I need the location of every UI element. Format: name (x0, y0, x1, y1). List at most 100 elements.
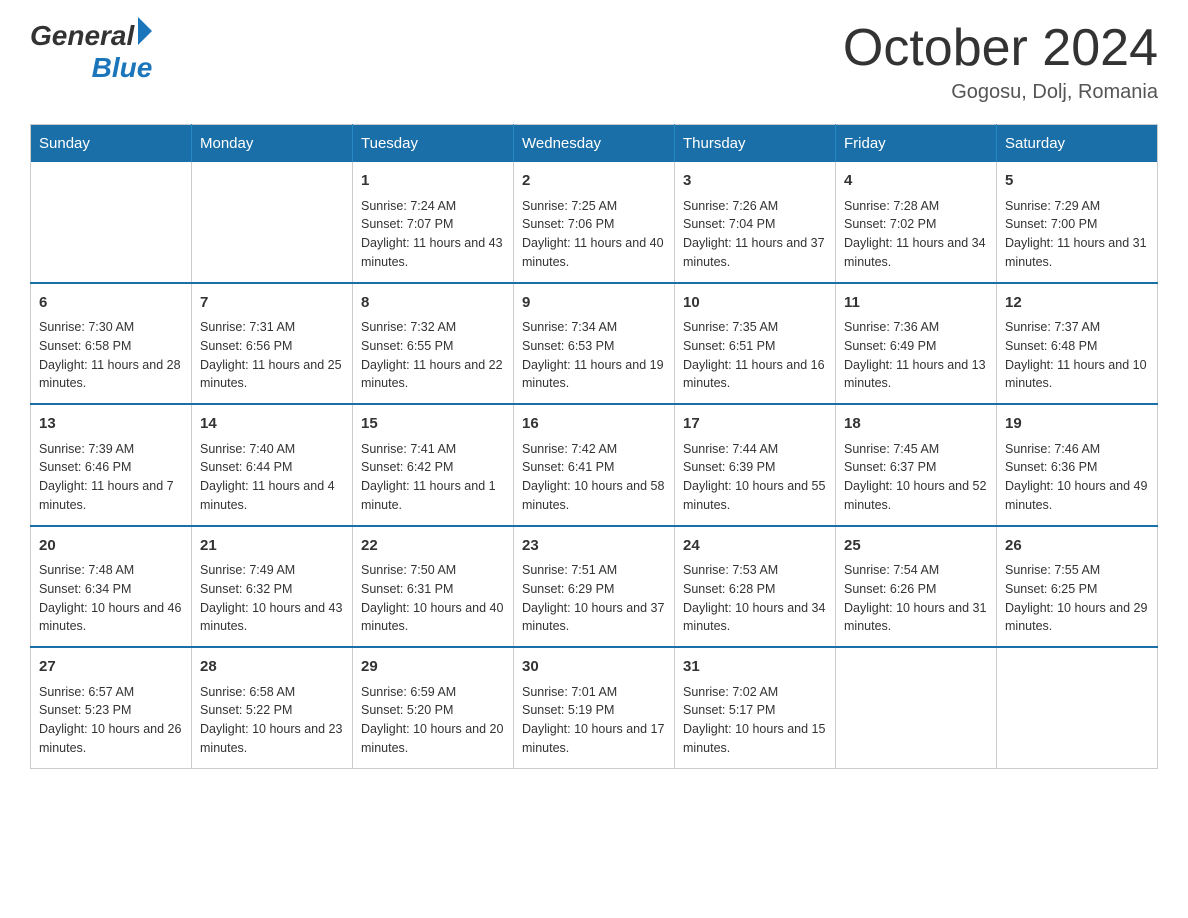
sunset-text: Sunset: 6:34 PM (39, 582, 131, 596)
daylight-text: Daylight: 11 hours and 37 minutes. (683, 236, 825, 269)
day-number: 7 (200, 292, 344, 315)
daylight-text: Daylight: 10 hours and 26 minutes. (39, 722, 181, 755)
day-number: 15 (361, 413, 505, 436)
day-number: 26 (1005, 535, 1149, 558)
day-number: 8 (361, 292, 505, 315)
sunset-text: Sunset: 6:36 PM (1005, 460, 1097, 474)
calendar-day-cell: 3 Sunrise: 7:26 AM Sunset: 7:04 PM Daylight… (675, 162, 836, 283)
day-number: 24 (683, 535, 827, 558)
daylight-text: Daylight: 10 hours and 17 minutes. (522, 722, 664, 755)
daylight-text: Daylight: 11 hours and 4 minutes. (200, 479, 335, 512)
sunrise-text: Sunrise: 7:53 AM (683, 563, 778, 577)
sunrise-text: Sunrise: 7:46 AM (1005, 442, 1100, 456)
sunset-text: Sunset: 6:26 PM (844, 582, 936, 596)
sunset-text: Sunset: 6:42 PM (361, 460, 453, 474)
title-section: October 2024 Gogosu, Dolj, Romania (843, 20, 1158, 104)
calendar-day-header: Thursday (675, 125, 836, 163)
sunrise-text: Sunrise: 7:49 AM (200, 563, 295, 577)
calendar-day-header: Wednesday (514, 125, 675, 163)
sunrise-text: Sunrise: 7:35 AM (683, 320, 778, 334)
calendar-day-cell: 20Sunrise: 7:48 AMSunset: 6:34 PMDayligh… (31, 526, 192, 648)
daylight-text: Daylight: 11 hours and 19 minutes. (522, 358, 664, 391)
day-number: 19 (1005, 413, 1149, 436)
daylight-text: Daylight: 10 hours and 29 minutes. (1005, 601, 1147, 634)
calendar-day-cell: 2Sunrise: 7:25 AMSunset: 7:06 PMDaylight… (514, 162, 675, 283)
daylight-text: Daylight: 11 hours and 22 minutes. (361, 358, 503, 391)
daylight-text: Daylight: 10 hours and 40 minutes. (361, 601, 503, 634)
sunrise-text: Sunrise: 6:59 AM (361, 685, 456, 699)
sunset-text: Sunset: 6:53 PM (522, 339, 614, 353)
sunset-text: Sunset: 5:20 PM (361, 703, 453, 717)
sunset-text: Sunset: 6:41 PM (522, 460, 614, 474)
daylight-text: Daylight: 11 hours and 28 minutes. (39, 358, 181, 391)
daylight-text: Daylight: 11 hours and 1 minute. (361, 479, 496, 512)
sunrise-text: Sunrise: 7:01 AM (522, 685, 617, 699)
day-number: 18 (844, 413, 988, 436)
sunrise-text: Sunrise: 7:40 AM (200, 442, 295, 456)
calendar-day-cell: 31Sunrise: 7:02 AMSunset: 5:17 PMDayligh… (675, 647, 836, 768)
day-number: 10 (683, 292, 827, 315)
sunrise-text: Sunrise: 7:44 AM (683, 442, 778, 456)
calendar-day-header: Saturday (997, 125, 1158, 163)
sunset-text: Sunset: 6:58 PM (39, 339, 131, 353)
sunset-text: Sunset: 7:04 PM (683, 217, 775, 231)
calendar-day-cell: 6 Sunrise: 7:30 AM Sunset: 6:58 PM Daylight… (31, 283, 192, 405)
day-number: 25 (844, 535, 988, 558)
daylight-text: Daylight: 11 hours and 13 minutes. (844, 358, 986, 391)
calendar-week-row: 1Sunrise: 7:24 AMSunset: 7:07 PMDaylight… (31, 162, 1158, 283)
calendar-day-cell: 28 Sunrise: 6:58 AM Sunset: 5:22 PM Dayligh… (192, 647, 353, 768)
daylight-text: Daylight: 11 hours and 40 minutes. (522, 236, 664, 269)
sunset-text: Sunset: 6:37 PM (844, 460, 936, 474)
sunrise-text: Sunrise: 7:37 AM (1005, 320, 1100, 334)
sunset-text: Sunset: 7:02 PM (844, 217, 936, 231)
sunset-text: Sunset: 5:17 PM (683, 703, 775, 717)
day-number: 16 (522, 413, 666, 436)
sunrise-text: Sunrise: 6:58 AM (200, 685, 295, 699)
sunrise-text: Sunrise: 7:54 AM (844, 563, 939, 577)
calendar-day-cell: 21Sunrise: 7:49 AMSunset: 6:32 PMDayligh… (192, 526, 353, 648)
calendar-day-cell: 17Sunrise: 7:44 AMSunset: 6:39 PMDayligh… (675, 404, 836, 526)
calendar-day-cell: 14Sunrise: 7:40 AMSunset: 6:44 PMDayligh… (192, 404, 353, 526)
sunset-text: Sunset: 6:25 PM (1005, 582, 1097, 596)
sunset-text: Sunset: 5:19 PM (522, 703, 614, 717)
sunset-text: Sunset: 5:22 PM (200, 703, 292, 717)
day-number: 20 (39, 535, 183, 558)
calendar-day-cell (192, 162, 353, 283)
sunrise-text: Sunrise: 7:30 AM (39, 320, 134, 334)
logo-blue-text: Blue (92, 52, 153, 84)
sunset-text: Sunset: 6:48 PM (1005, 339, 1097, 353)
calendar-day-cell: 4Sunrise: 7:28 AMSunset: 7:02 PMDaylight… (836, 162, 997, 283)
sunrise-text: Sunrise: 7:36 AM (844, 320, 939, 334)
location-text: Gogosu, Dolj, Romania (843, 81, 1158, 104)
calendar-day-header: Sunday (31, 125, 192, 163)
calendar-day-cell (997, 647, 1158, 768)
day-number: 1 (361, 170, 505, 193)
calendar-day-cell: 18Sunrise: 7:45 AMSunset: 6:37 PMDayligh… (836, 404, 997, 526)
sunset-text: Sunset: 5:23 PM (39, 703, 131, 717)
day-number: 23 (522, 535, 666, 558)
day-number: 22 (361, 535, 505, 558)
day-number: 29 (361, 656, 505, 679)
sunrise-text: Sunrise: 7:26 AM (683, 199, 778, 213)
calendar-day-cell: 12Sunrise: 7:37 AMSunset: 6:48 PMDayligh… (997, 283, 1158, 405)
day-number: 3 (683, 170, 827, 193)
calendar-day-cell: 29Sunrise: 6:59 AMSunset: 5:20 PMDayligh… (353, 647, 514, 768)
daylight-text: Daylight: 10 hours and 23 minutes. (200, 722, 342, 755)
calendar-day-cell: 24Sunrise: 7:53 AMSunset: 6:28 PMDayligh… (675, 526, 836, 648)
sunset-text: Sunset: 6:51 PM (683, 339, 775, 353)
calendar-day-cell: 23Sunrise: 7:51 AMSunset: 6:29 PMDayligh… (514, 526, 675, 648)
sunrise-text: Sunrise: 7:50 AM (361, 563, 456, 577)
day-number: 12 (1005, 292, 1149, 315)
daylight-text: Daylight: 10 hours and 46 minutes. (39, 601, 181, 634)
page-header: General Blue October 2024 Gogosu, Dolj, … (30, 20, 1158, 104)
sunrise-text: Sunrise: 7:39 AM (39, 442, 134, 456)
calendar-header-row: SundayMondayTuesdayWednesdayThursdayFrid… (31, 125, 1158, 163)
logo: General Blue (30, 20, 152, 84)
day-number: 28 (200, 656, 344, 679)
calendar-day-header: Tuesday (353, 125, 514, 163)
day-number: 6 (39, 292, 183, 315)
calendar-day-cell: 15Sunrise: 7:41 AMSunset: 6:42 PMDayligh… (353, 404, 514, 526)
sunrise-text: Sunrise: 7:29 AM (1005, 199, 1100, 213)
calendar-day-cell: 5Sunrise: 7:29 AMSunset: 7:00 PMDaylight… (997, 162, 1158, 283)
sunrise-text: Sunrise: 7:24 AM (361, 199, 456, 213)
